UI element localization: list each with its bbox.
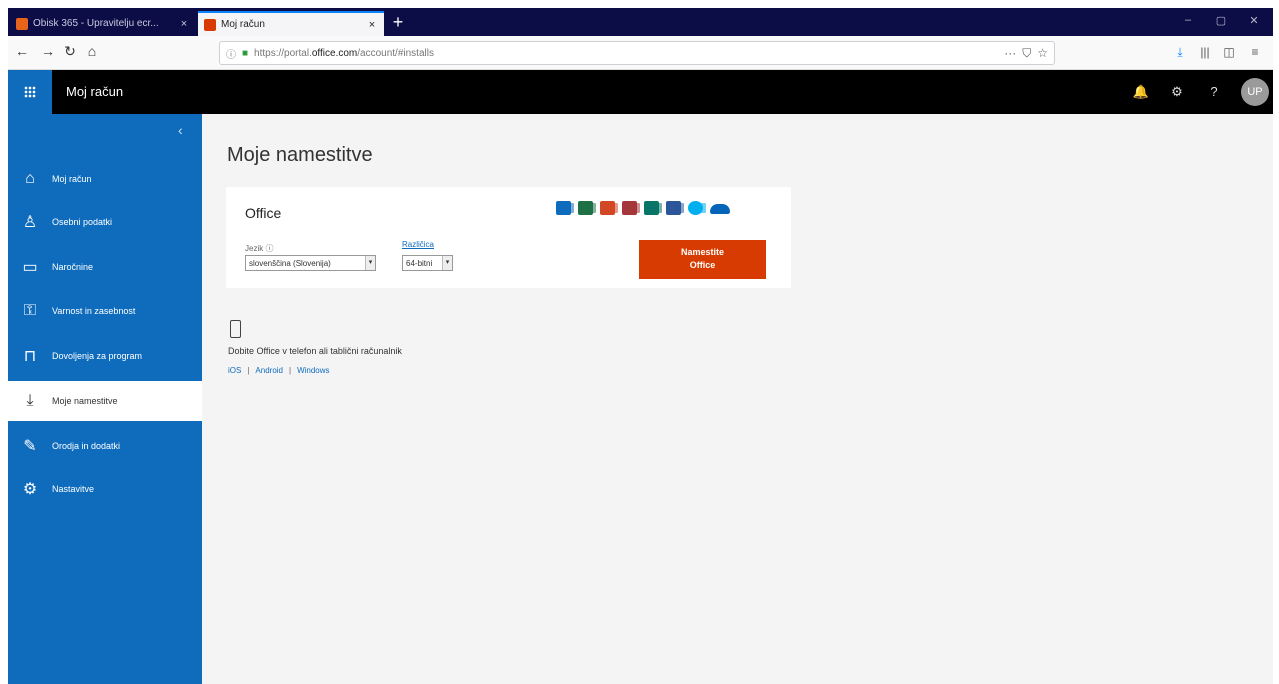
publisher-icon [644,201,662,215]
person-icon: ♙ [22,214,38,231]
chevron-down-icon: ▾ [442,256,452,270]
collapse-nav-icon[interactable]: ‹ [178,122,183,138]
key-icon: ⚿ [23,302,37,319]
suite-title[interactable]: Moj račun [66,84,123,99]
nav-item-app-permissions[interactable]: ⊓ Dovoljenja za program [8,336,202,376]
nav-item-label: Osebni podatki [52,217,113,227]
menu-icon[interactable]: ≡ [1246,45,1264,59]
office365-favicon-icon [16,17,28,30]
lock-icon: ⊓ [23,348,37,365]
back-icon[interactable]: ← [12,43,32,59]
browser-tab[interactable]: Obisk 365 - Upravitelju ecr... × [10,11,196,36]
close-tab-icon[interactable]: × [178,18,190,30]
help-icon[interactable]: ? [1205,84,1223,99]
library-icon[interactable]: ||| [1196,45,1214,59]
mobile-install-text: Dobite Office v telefon ali tablični rač… [228,346,402,356]
new-tab-button[interactable]: + [388,12,408,32]
word-icon [666,201,684,215]
waffle-icon [24,86,36,98]
chevron-down-icon: ▾ [365,256,375,270]
nav-item-security-privacy[interactable]: ⚿ Varnost in zasebnost [8,291,202,331]
lock-icon: ■ [242,47,249,59]
tab-title: Obisk 365 - Upravitelju ecr... [33,18,159,29]
settings-icon: ⚙ [22,481,38,498]
bookmark-star-icon[interactable]: ☆ [1037,46,1048,60]
browser-nav-bar: ← → ↻ ⌂ ⓘ ■ https://portal.office.com/ac… [8,36,1273,70]
tab-title: Moj račun [221,19,265,30]
excel-icon [578,201,596,215]
browser-tab-strip: Obisk 365 - Upravitelju ecr... × Moj rač… [8,8,1273,36]
page-title: Moje namestitve [227,144,373,166]
ios-link[interactable]: iOS [228,366,241,375]
language-label: Jezik ⓘ [245,244,274,253]
maximize-icon[interactable]: ▢ [1211,14,1231,27]
app-icons-row [556,201,730,215]
close-window-icon[interactable]: ✕ [1244,14,1264,27]
sidebar-toggle-icon[interactable]: ◫ [1220,45,1238,59]
powerpoint-icon [600,201,618,215]
nav-item-settings[interactable]: ⚙ Nastavitve [8,469,202,509]
nav-item-label: Orodja in dodatki [52,441,121,451]
nav-item-label: Moj račun [52,174,92,184]
screenshot-frame: Obisk 365 - Upravitelju ecr... × Moj rač… [8,8,1273,684]
nav-item-tools-addins[interactable]: ✎ Orodja in dodatki [8,426,202,466]
version-select[interactable]: 64-bitni ▾ [402,255,453,271]
link-separator: | [289,366,292,375]
nav-item-label: Nastavitve [52,484,95,494]
outlook-icon [556,201,574,215]
office-install-card: Office Jezik ⓘ Različica slovenščina (Sl… [226,187,791,288]
bell-icon[interactable]: 🔔 [1132,84,1150,100]
install-button-line1: Namestite [680,247,725,257]
wrench-icon: ✎ [23,438,37,455]
home-icon: ⌂ [25,170,35,187]
left-nav: ‹ ⌂ Moj račun ♙ Osebni podatki ▭ Naročni… [8,114,202,684]
url-text[interactable]: https://portal.office.com/account/#insta… [254,48,998,59]
card-title: Office [245,205,282,221]
nav-item-personal-info[interactable]: ♙ Osebni podatki [8,202,202,242]
gear-icon[interactable]: ⚙ [1168,84,1186,100]
address-bar[interactable]: ⓘ ■ https://portal.office.com/account/#i… [219,41,1055,65]
install-button-line2: Office [689,260,716,270]
android-link[interactable]: Android [255,366,283,375]
language-select-value: slovenščina (Slovenija) [249,258,331,268]
nav-item-label: Naročnine [52,262,94,272]
page-actions-icon[interactable]: ··· [1004,46,1016,60]
windows-link[interactable]: Windows [297,366,329,375]
link-separator: | [247,366,250,375]
forward-icon[interactable]: → [38,43,58,59]
download-icon: ⤓ [26,392,34,409]
downloads-icon[interactable]: ⤓ [1171,45,1189,60]
version-label[interactable]: Različica [402,240,434,249]
close-tab-icon[interactable]: × [366,19,378,31]
browser-tab-active[interactable]: Moj račun × [198,11,384,36]
pocket-icon[interactable]: ⛉ [1022,46,1031,61]
nav-item-my-installs[interactable]: ⤓ Moje namestitve [8,381,202,421]
card-icon: ▭ [22,259,38,276]
info-icon[interactable]: ⓘ [226,46,236,61]
onedrive-icon [710,204,730,214]
version-select-value: 64-bitni [406,258,433,268]
nav-item-label: Moje namestitve [52,396,118,406]
nav-item-label: Varnost in zasebnost [52,306,136,316]
install-office-button[interactable]: Namestite Office [639,240,766,279]
phone-icon [230,320,241,338]
nav-item-subscriptions[interactable]: ▭ Naročnine [8,247,202,287]
main-content: Moje namestitve Office Jezik ⓘ Različica… [202,114,1273,684]
home-icon[interactable]: ⌂ [82,43,102,59]
minimize-icon[interactable]: – [1178,14,1198,26]
mobile-platform-links: iOS | Android | Windows [228,366,330,375]
reload-icon[interactable]: ↻ [60,43,80,60]
nav-item-label: Dovoljenja za program [52,351,143,361]
skype-icon [688,201,706,215]
nav-item-my-account[interactable]: ⌂ Moj račun [8,159,202,199]
access-icon [622,201,640,215]
language-select[interactable]: slovenščina (Slovenija) ▾ [245,255,376,271]
app-launcher-button[interactable] [8,70,52,114]
office-favicon-icon [204,18,216,31]
avatar[interactable]: UP [1241,78,1269,106]
office-suite-header: Moj račun 🔔 ⚙ ? UP [8,70,1273,114]
